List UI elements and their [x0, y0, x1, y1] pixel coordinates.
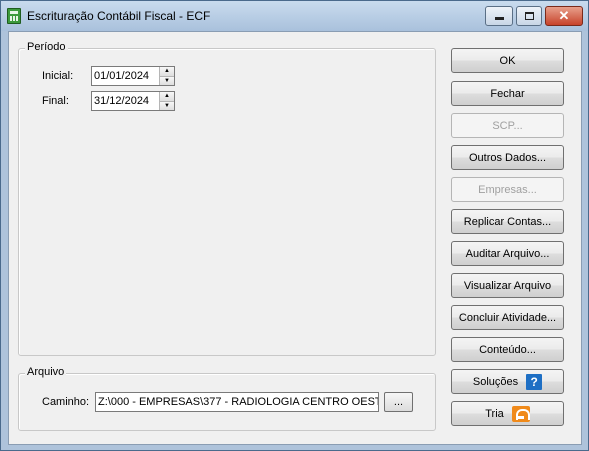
- inicial-date-field[interactable]: 01/01/2024 ▲ ▼: [91, 66, 175, 86]
- final-date-field[interactable]: 31/12/2024 ▲ ▼: [91, 91, 175, 111]
- scp-button[interactable]: SCP...: [451, 113, 564, 138]
- empresas-button-label: Empresas...: [478, 183, 537, 196]
- replicar-contas-button-label: Replicar Contas...: [463, 215, 552, 228]
- final-spin-down-icon[interactable]: ▼: [160, 101, 174, 110]
- auditar-arquivo-button-label: Auditar Arquivo...: [465, 247, 550, 260]
- replicar-contas-button[interactable]: Replicar Contas...: [451, 209, 564, 234]
- ok-button[interactable]: OK: [451, 48, 564, 73]
- minimize-icon: [494, 16, 504, 20]
- inicial-label: Inicial:: [42, 70, 74, 82]
- title-bar[interactable]: Escrituração Contábil Fiscal - ECF ✕: [1, 1, 588, 31]
- close-icon: ✕: [558, 8, 570, 23]
- visualizar-arquivo-button-label: Visualizar Arquivo: [463, 279, 552, 292]
- inicial-spinner[interactable]: ▲ ▼: [159, 67, 174, 85]
- caminho-label: Caminho:: [42, 396, 90, 408]
- ok-button-label: OK: [499, 54, 516, 67]
- fechar-button[interactable]: Fechar: [451, 81, 564, 106]
- periodo-legend: Período: [25, 41, 68, 53]
- inicial-spin-down-icon[interactable]: ▼: [160, 76, 174, 85]
- caminho-input[interactable]: Z:\000 - EMPRESAS\377 - RADIOLOGIA CENTR…: [95, 392, 379, 412]
- spreadsheet-app-icon: [7, 8, 21, 24]
- inicial-date-value: 01/01/2024: [94, 70, 150, 82]
- final-spinner[interactable]: ▲ ▼: [159, 92, 174, 110]
- outros-dados-button-label: Outros Dados...: [468, 151, 547, 164]
- dialog-client-area: Período Inicial: 01/01/2024 ▲ ▼ Final: 3…: [8, 31, 582, 445]
- headset-icon: [511, 405, 530, 422]
- arquivo-group: Arquivo Caminho: Z:\000 - EMPRESAS\377 -…: [18, 366, 436, 431]
- inicial-spin-up-icon[interactable]: ▲: [160, 67, 174, 77]
- final-date-value: 31/12/2024: [94, 95, 150, 107]
- final-spin-up-icon[interactable]: ▲: [160, 92, 174, 102]
- maximize-button[interactable]: [516, 6, 542, 26]
- periodo-group: Período Inicial: 01/01/2024 ▲ ▼ Final: 3…: [18, 41, 436, 356]
- empresas-button[interactable]: Empresas...: [451, 177, 564, 202]
- main-window: Escrituração Contábil Fiscal - ECF ✕ Per…: [0, 0, 589, 451]
- window-title: Escrituração Contábil Fiscal - ECF: [27, 9, 211, 23]
- outros-dados-button[interactable]: Outros Dados...: [451, 145, 564, 170]
- concluir-atividade-button-label: Concluir Atividade...: [458, 311, 557, 324]
- visualizar-arquivo-button[interactable]: Visualizar Arquivo: [451, 273, 564, 298]
- arquivo-legend: Arquivo: [25, 366, 67, 378]
- tria-button-label: Tria: [485, 407, 504, 420]
- concluir-atividade-button[interactable]: Concluir Atividade...: [451, 305, 564, 330]
- browse-button-label: ...: [393, 396, 404, 408]
- tria-button[interactable]: Tria: [451, 401, 564, 426]
- minimize-button[interactable]: [485, 6, 513, 26]
- fechar-button-label: Fechar: [490, 87, 525, 100]
- maximize-icon: [524, 12, 534, 20]
- conteudo-button[interactable]: Conteúdo...: [451, 337, 564, 362]
- conteudo-button-label: Conteúdo...: [479, 343, 536, 356]
- close-button[interactable]: ✕: [545, 6, 583, 26]
- solucoes-button[interactable]: Soluções ?: [451, 369, 564, 394]
- help-icon: ?: [526, 373, 543, 390]
- browse-button[interactable]: ...: [384, 392, 413, 412]
- solucoes-button-label: Soluções: [472, 375, 519, 388]
- final-label: Final:: [42, 95, 69, 107]
- scp-button-label: SCP...: [492, 119, 523, 132]
- auditar-arquivo-button[interactable]: Auditar Arquivo...: [451, 241, 564, 266]
